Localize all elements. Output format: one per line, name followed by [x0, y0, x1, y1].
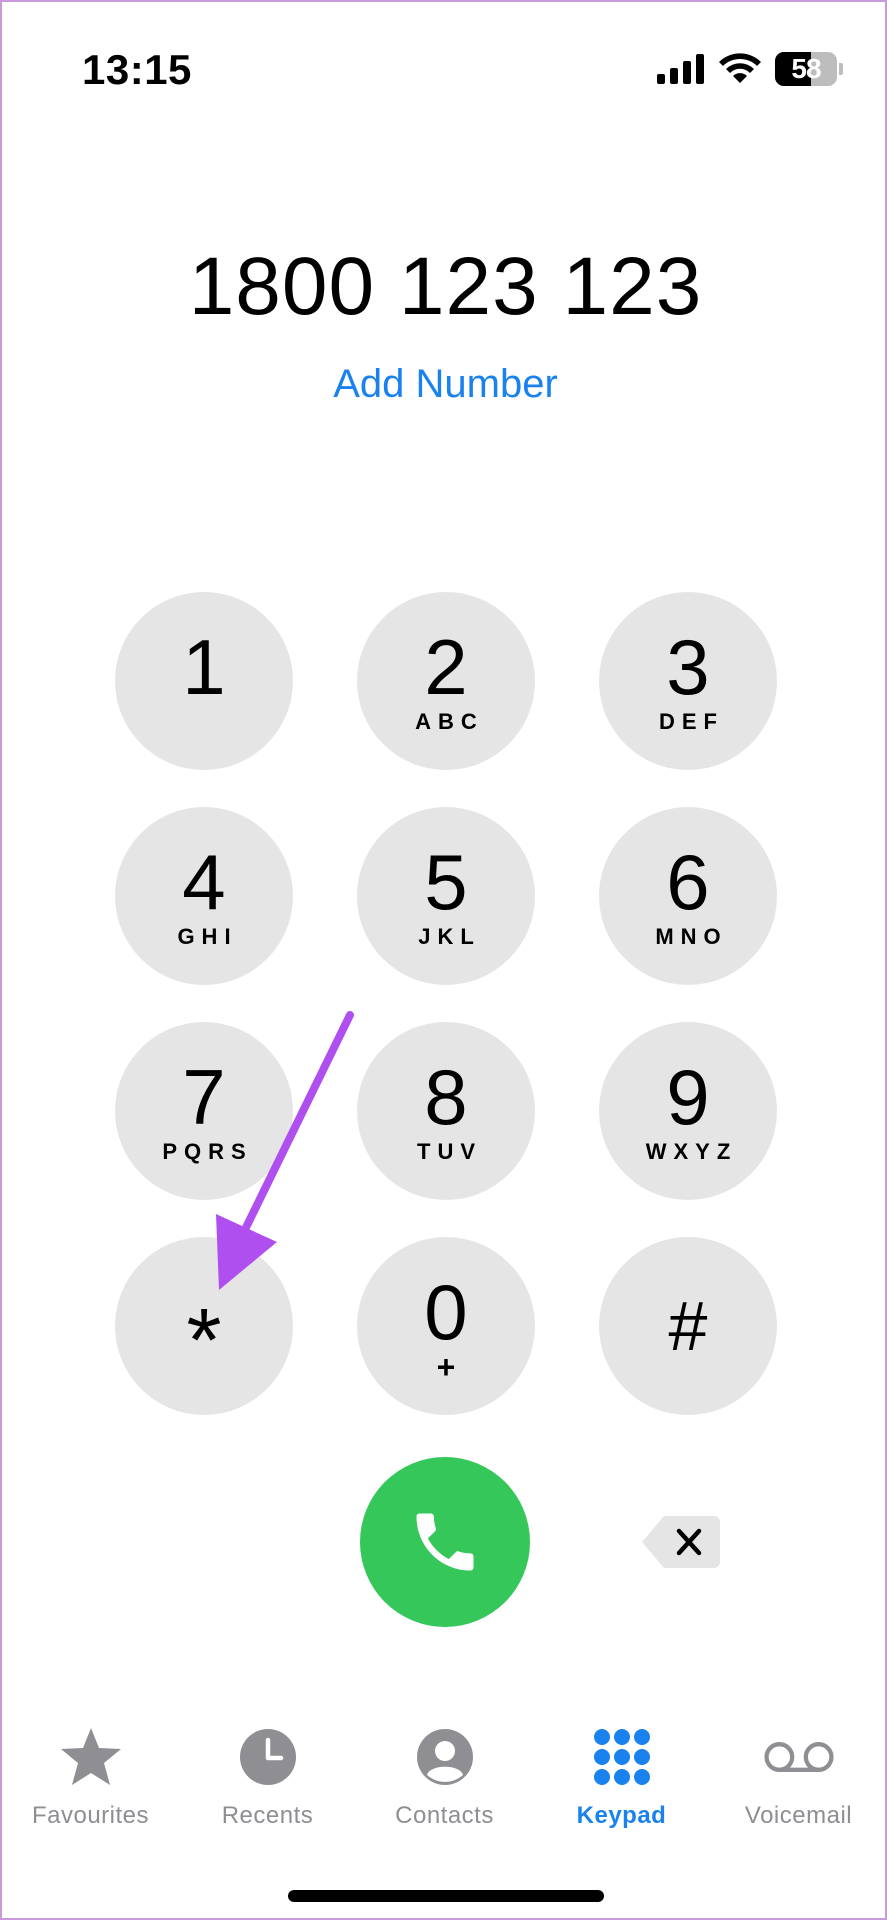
star-icon [56, 1722, 126, 1792]
key-1[interactable]: 1 [115, 592, 293, 770]
key-digit: 3 [666, 623, 710, 711]
tab-bar: Favourites Recents Contacts Keypad Voice… [2, 1722, 887, 1842]
tab-label: Recents [221, 1802, 314, 1829]
backspace-icon [642, 1516, 720, 1568]
tab-label: Favourites [31, 1802, 150, 1829]
tab-keypad[interactable]: Keypad [533, 1722, 710, 1842]
key-letters: DEF [659, 709, 724, 734]
keypad: 1 2 ABC 3 DEF 4 GHI 5 JKL 6 MNO 7 PQRS 8… [2, 2, 887, 1922]
key-digit: 8 [424, 1053, 468, 1141]
key-letters: JKL [418, 924, 481, 949]
key-digit: 1 [182, 623, 226, 711]
voicemail-icon [763, 1722, 834, 1792]
delete-button[interactable] [640, 1512, 722, 1572]
home-indicator[interactable] [288, 1890, 604, 1902]
key-hash[interactable]: # [599, 1237, 777, 1415]
key-letters: PQRS [162, 1139, 253, 1164]
key-0[interactable]: 0 + [357, 1237, 535, 1415]
key-5[interactable]: 5 JKL [357, 807, 535, 985]
key-letters: MNO [655, 924, 728, 949]
tab-label: Keypad [576, 1802, 667, 1829]
key-7[interactable]: 7 PQRS [115, 1022, 293, 1200]
key-9[interactable]: 9 WXYZ [599, 1022, 777, 1200]
key-letters: GHI [177, 924, 238, 949]
key-3[interactable]: 3 DEF [599, 592, 777, 770]
key-digit: 7 [182, 1053, 226, 1141]
key-8[interactable]: 8 TUV [357, 1022, 535, 1200]
key-letters: WXYZ [645, 1139, 738, 1164]
person-icon [410, 1722, 480, 1792]
key-letters: TUV [417, 1139, 482, 1164]
key-letters: + [436, 1349, 456, 1385]
key-digit: 9 [666, 1053, 710, 1141]
key-digit: 0 [424, 1268, 468, 1356]
tab-favourites[interactable]: Favourites [2, 1722, 179, 1842]
key-6[interactable]: 6 MNO [599, 807, 777, 985]
keypad-icon [587, 1722, 657, 1792]
key-digit: 6 [666, 838, 710, 926]
key-4[interactable]: 4 GHI [115, 807, 293, 985]
key-digit: * [186, 1291, 222, 1391]
key-digit: 5 [424, 838, 468, 926]
phone-icon [416, 1513, 474, 1571]
tab-label: Contacts [395, 1802, 494, 1829]
key-digit: # [668, 1287, 708, 1365]
tab-recents[interactable]: Recents [179, 1722, 356, 1842]
tab-contacts[interactable]: Contacts [356, 1722, 533, 1842]
key-letters: ABC [415, 709, 484, 734]
tab-label: Voicemail [744, 1802, 853, 1829]
key-star[interactable]: * [115, 1237, 293, 1415]
call-button[interactable] [360, 1457, 530, 1627]
key-2[interactable]: 2 ABC [357, 592, 535, 770]
key-digit: 2 [424, 623, 468, 711]
key-digit: 4 [182, 838, 226, 926]
tab-voicemail[interactable]: Voicemail [710, 1722, 887, 1842]
clock-icon [233, 1722, 303, 1792]
